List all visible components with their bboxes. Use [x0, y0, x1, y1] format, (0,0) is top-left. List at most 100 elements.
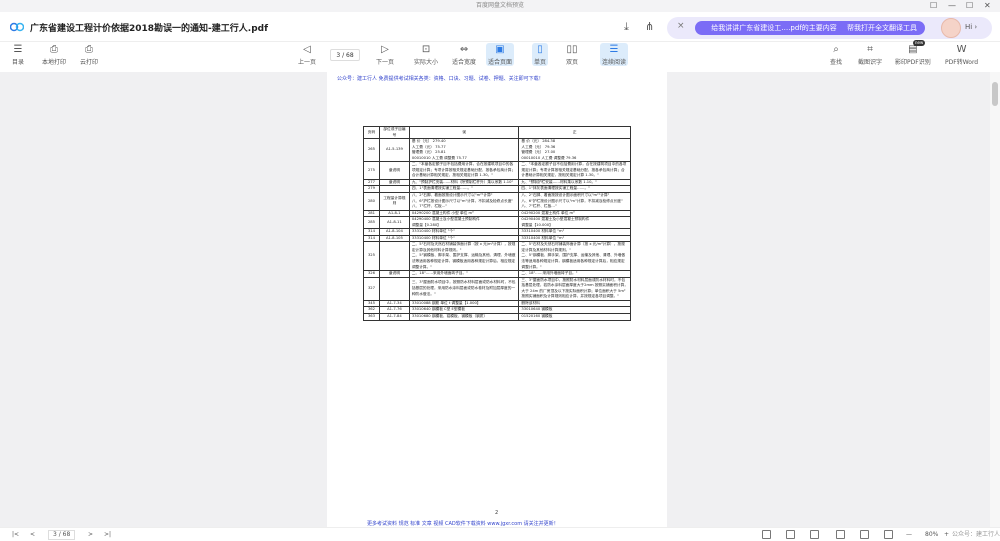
- ai-bar-close-icon[interactable]: ×: [677, 21, 685, 31]
- prev-page-icon: ◁: [303, 44, 311, 55]
- view-mode-2-icon[interactable]: [786, 530, 795, 539]
- cloud-print-button[interactable]: ⎙ 云打印: [80, 43, 98, 66]
- local-print-button[interactable]: ⎙ 本地打印: [42, 43, 66, 66]
- scrollbar-thumb[interactable]: [992, 82, 998, 106]
- table-cell-item: A1-8-11: [378, 216, 410, 230]
- print-icon: ⎙: [50, 44, 58, 55]
- table-row: 285 A1-8-11 04290400 混凝土及小型混凝土预制构件 调整量【0.2…: [363, 216, 631, 230]
- col-right: 正: [518, 125, 631, 140]
- ai-translate-button[interactable]: 帮我打开全文翻译工具: [839, 21, 925, 35]
- next-page-status-button[interactable]: >: [88, 530, 93, 540]
- table-cell-wrong: 基 价（元） 279.40 人工费（元） 75.77 管理费（元） 25.81 …: [408, 138, 520, 163]
- ai-assistant-bar: × 给我讲讲广东省建设工….pdf的主要内容 帮我打开全文翻译工具 Hi ›: [667, 17, 992, 39]
- cloud-print-icon: ⎙: [85, 44, 93, 55]
- new-badge: new: [913, 40, 926, 46]
- share-icon[interactable]: ⋔: [645, 20, 654, 33]
- table-cell-wrong: 04290400 混凝土及小型混凝土预制构件 调整量【0.280】: [408, 216, 520, 230]
- table-cell-right: 01520160 钢模板: [518, 312, 631, 321]
- window-title: 百度网盘文档预览: [475, 2, 524, 9]
- close-button[interactable]: ✕: [984, 0, 991, 12]
- table-row: 265 A1-5-139 基 价（元） 279.40 人工费（元） 75.77 管理…: [363, 138, 631, 163]
- zoom-in-button[interactable]: +: [944, 530, 949, 540]
- screenshot-ocr-button[interactable]: ⌗ 截图识字: [858, 43, 882, 66]
- page-footer-text: 更多考试资料 规范 标准 文章 视频 CAD软件下载资料 www.jgxr.co…: [367, 521, 559, 527]
- table-cell-right: 八、2"石脚、看面按按设计图示面积尺寸以"m²"计算" 八、6"护栏按设计图示尺…: [518, 192, 631, 211]
- baidu-netdisk-logo-icon: [10, 22, 24, 32]
- fit-page-icon: ▣: [495, 44, 505, 55]
- pin-icon[interactable]: ☐: [930, 0, 937, 12]
- document-viewer[interactable]: 公众号：建工行人 免费提供考试相关各类：资格、口诀、习题、试卷、押题、关注即可下…: [0, 72, 990, 527]
- page-number: 2: [495, 510, 499, 516]
- table-row: 280 工程量计算规则 八、2"石脚、看面按按设计图示尺寸以"m²"计算" 八、6"…: [363, 192, 631, 211]
- status-bar: |< < 3 / 68 > >| — 80% + 公众号：建工行人: [0, 527, 1000, 541]
- watermark-text: 公众号：建工行人: [952, 531, 1000, 538]
- col-page: 页码: [363, 125, 380, 140]
- maximize-button[interactable]: ☐: [966, 0, 973, 12]
- table-cell-item: A1-7-84: [378, 312, 410, 321]
- table-cell-wrong: 33010680 钢模板、铝模板、钢模板（钢质）: [408, 312, 520, 321]
- table-cell-item: [378, 276, 410, 301]
- view-mode-4-icon[interactable]: [836, 530, 845, 539]
- fit-page-button[interactable]: ▣ 适合页面: [486, 43, 515, 66]
- next-page-button[interactable]: ▷ 下一页: [376, 43, 394, 66]
- minimize-button[interactable]: —: [948, 0, 956, 12]
- table-cell-wrong: 八、2"石脚、看面按按设计图示尺寸以"m²"计算" 八、6"护栏按设计图示尺寸以…: [408, 192, 520, 211]
- double-page-button[interactable]: ▯▯ 双页: [566, 43, 578, 66]
- page-header-text: 公众号：建工行人 免费提供考试相关各类：资格、口诀、习题、试卷、押题、关注即可下…: [337, 76, 544, 82]
- scan-pdf-button[interactable]: ▤ 影印PDF识别: [895, 43, 931, 66]
- catalog-icon: ☰: [13, 44, 23, 55]
- ai-avatar-icon[interactable]: [941, 18, 961, 38]
- view-mode-3-icon[interactable]: [810, 530, 819, 539]
- last-page-button[interactable]: >|: [104, 530, 111, 540]
- table-row: 275 章说明 二、"本章各定额子目不包括费用计算，合在按建筑项目中的各项规定计算；…: [363, 161, 631, 180]
- table-row: 325 二、5"石材及天然石材铺装饰面计算（按 x 元/m²计算），按规定计算及其…: [363, 241, 631, 272]
- continuous-read-icon: ☰: [609, 44, 619, 55]
- actual-size-button[interactable]: ⊡ 实际大小: [414, 43, 438, 66]
- actual-size-icon: ⊡: [421, 44, 431, 55]
- status-page-input[interactable]: 3 / 68: [48, 530, 76, 540]
- table-row: 327 三、3"屋面防水项目中，按照防水材料层面或防水材料时，不包括基层的处理，采…: [363, 276, 631, 301]
- table-cell-wrong: 九、"预制护栏安装……材料（除预制栏杆外）乘以系数 1.10": [408, 178, 520, 187]
- table-cell-page: 275: [363, 161, 380, 180]
- table-cell-page: 325: [363, 241, 380, 272]
- single-page-icon: ▯: [537, 44, 543, 55]
- search-button[interactable]: ⌕ 查找: [830, 43, 842, 66]
- pdf-to-word-icon: W: [956, 44, 967, 55]
- prev-page-status-button[interactable]: <: [30, 530, 35, 540]
- table-cell-right: 二、5"石材及天然石材铺装饰面计算（按 x 元/m²计算），按规定计算及其他材料…: [518, 241, 631, 272]
- table-cell-item: [378, 241, 410, 272]
- continuous-read-button[interactable]: ☰ 连续阅读: [600, 43, 629, 66]
- viewer-toolbar: ☰ 目录 ⎙ 本地打印 ⎙ 云打印 ◁ 上一页 3 / 68 ▷ 下一页 ⊡ 实际大小 ⇔ 适…: [0, 40, 1000, 71]
- table-cell-right: 二、"本章各定额子目不包括费用计算，合在按建筑项目中的各项规定计算；专项计算按相…: [518, 161, 631, 180]
- table-cell-page: 327: [363, 276, 380, 301]
- view-mode-5-icon[interactable]: [860, 530, 869, 539]
- fit-width-icon: ⇔: [459, 44, 469, 55]
- first-page-button[interactable]: |<: [12, 530, 19, 540]
- col-wrong: 误: [408, 125, 520, 140]
- table-cell-wrong: 三、3"屋面防水项目中，按照防水材料层面或防水材料时，不包括基层的处理，采用防水…: [408, 276, 520, 301]
- zoom-level[interactable]: 80%: [925, 530, 938, 540]
- zoom-out-button[interactable]: —: [906, 530, 912, 540]
- table-cell-item: 工程量计算规则: [378, 192, 410, 211]
- document-title: 广东省建设工程计价依据2018勘误一的通知-建工行人.pdf: [30, 24, 269, 34]
- single-page-button[interactable]: ▯ 单页: [532, 43, 549, 66]
- search-icon: ⌕: [833, 44, 839, 55]
- table-cell-page: 285: [363, 216, 380, 230]
- pdf-to-word-button[interactable]: W PDF转Word: [945, 43, 978, 66]
- prev-page-button[interactable]: ◁ 上一页: [298, 43, 316, 66]
- ai-greeting[interactable]: Hi ›: [965, 23, 977, 31]
- ai-summary-button[interactable]: 给我讲讲广东省建设工….pdf的主要内容: [695, 21, 853, 35]
- view-mode-1-icon[interactable]: [762, 530, 771, 539]
- fit-width-button[interactable]: ⇔ 适合宽度: [452, 43, 476, 66]
- table-cell-right: 基 价（元） 284.38 人工费（元） 79.36 管理费（元） 27.00 …: [518, 138, 631, 163]
- view-mode-6-icon[interactable]: [884, 530, 893, 539]
- page-number-input[interactable]: 3 / 68: [330, 49, 360, 61]
- table-cell-wrong: 二、"本章各定额子目不包括费用计算，合在按建筑项目中的各项规定计算；专项计算按相…: [408, 161, 520, 180]
- double-page-icon: ▯▯: [566, 44, 578, 55]
- download-icon[interactable]: ⤓: [624, 20, 629, 34]
- scan-pdf-icon: ▤: [908, 44, 918, 55]
- vertical-scrollbar[interactable]: [990, 72, 1000, 527]
- catalog-button[interactable]: ☰ 目录: [12, 43, 24, 66]
- table-cell-page: 363: [363, 312, 380, 321]
- table-row: 363 A1-7-84 33010680 钢模板、铝模板、钢模板（钢质） 015201…: [363, 312, 631, 321]
